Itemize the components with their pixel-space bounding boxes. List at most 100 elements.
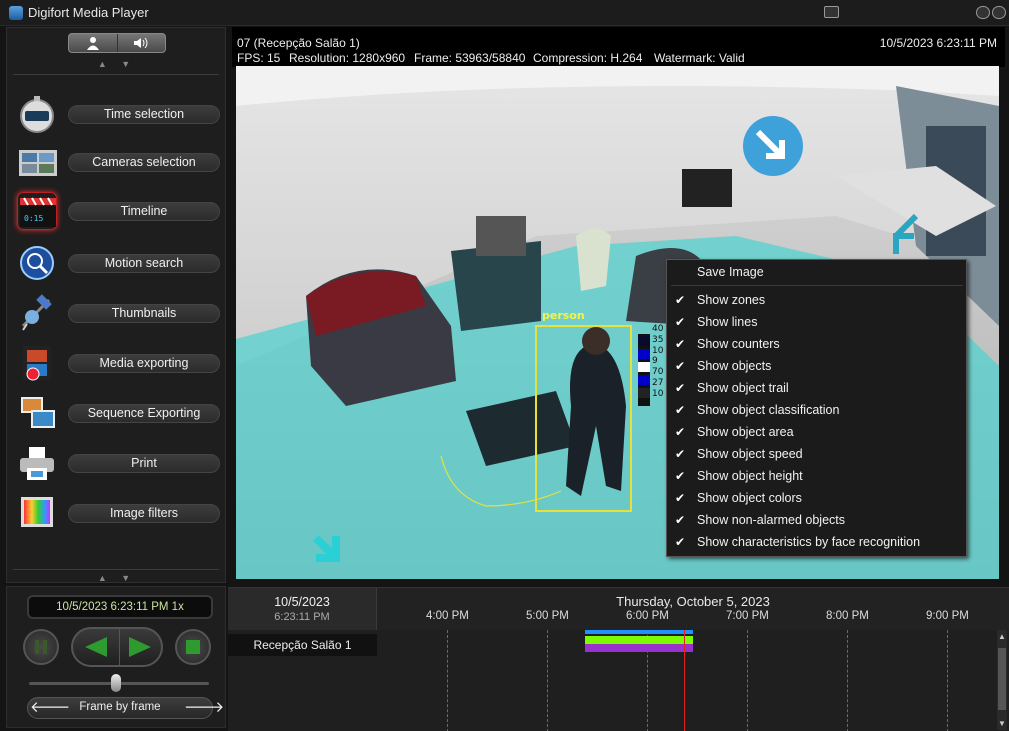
hour-label: 5:00 PM	[526, 610, 569, 622]
context-menu-item[interactable]: ✔ Show object colors	[667, 487, 966, 509]
menu-label: Timeline	[68, 202, 220, 221]
previous-frame-button[interactable]: 🡐	[30, 698, 70, 718]
context-menu: Save Image ✔ Show zones ✔ Show lines ✔ Show co…	[666, 259, 967, 557]
context-menu-item[interactable]: ✔ Show object speed	[667, 443, 966, 465]
snapshot-icon[interactable]	[824, 6, 839, 18]
checkmark-icon: ✔	[675, 513, 686, 527]
context-menu-item[interactable]: ✔ Show zones	[667, 289, 966, 311]
context-menu-label: Show object speed	[697, 447, 803, 461]
film-icon	[17, 344, 57, 382]
recording-segment[interactable]	[585, 636, 693, 644]
object-color-values: 40 35 10 9 70 27 10	[652, 324, 663, 400]
context-menu-label: Show object trail	[697, 381, 789, 395]
recording-segment[interactable]	[585, 630, 693, 634]
context-menu-item[interactable]: ✔ Show counters	[667, 333, 966, 355]
frame-mode-label: Frame by frame	[79, 701, 161, 713]
stop-button[interactable]	[175, 629, 211, 665]
playback-controls: 10/5/2023 6:23:11 PM 1x 🡐 Frame by frame…	[6, 586, 226, 728]
frame-info: Frame: 53963/58840	[414, 51, 526, 65]
color-value: 10	[652, 345, 664, 356]
close-button[interactable]	[992, 6, 1006, 19]
context-menu-item[interactable]: ✔ Show object area	[667, 421, 966, 443]
checkmark-icon: ✔	[675, 425, 686, 439]
watermark-info: Watermark: Valid	[654, 51, 745, 65]
divider	[119, 629, 120, 665]
context-menu-item[interactable]: ✔ Show objects	[667, 355, 966, 377]
color-palette-icon	[17, 494, 57, 532]
fps-info: FPS: 15	[237, 51, 281, 65]
timeline-day-title: Thursday, October 5, 2023	[616, 594, 770, 609]
window-title: Digifort Media Player	[28, 5, 149, 20]
menu-label: Cameras selection	[68, 153, 220, 172]
printer-icon	[17, 444, 57, 482]
play-backward-button[interactable]	[81, 634, 111, 663]
context-menu-label: Show counters	[697, 337, 780, 351]
speed-slider-thumb[interactable]	[111, 674, 121, 692]
stopwatch-icon	[17, 95, 57, 133]
recording-segment[interactable]	[585, 644, 693, 652]
timeline-time: 6:23:11 PM	[274, 611, 330, 623]
divider	[13, 74, 219, 75]
checkmark-icon: ✔	[675, 381, 686, 395]
timeline-panel: 10/5/2023 6:23:11 PM Thursday, October 5…	[228, 587, 1009, 731]
menu-print[interactable]: Print	[13, 441, 223, 485]
menu-label: Print	[68, 454, 220, 473]
context-menu-label: Save Image	[697, 265, 764, 279]
context-menu-label: Show zones	[697, 293, 766, 307]
scroll-down-icon[interactable]: ▼	[998, 719, 1006, 728]
person-icon[interactable]	[69, 34, 118, 52]
context-menu-label: Show object colors	[697, 491, 802, 505]
menu-motion-search[interactable]: Motion search	[13, 241, 223, 285]
context-menu-item[interactable]: ✔ Show characteristics by face recognitio…	[667, 531, 966, 553]
checkmark-icon: ✔	[675, 403, 686, 417]
context-menu-label: Show object classification	[697, 403, 840, 417]
restore-button[interactable]	[976, 6, 990, 19]
menu-separator	[671, 285, 963, 286]
color-value: 27	[652, 377, 664, 388]
menu-time-selection[interactable]: Time selection	[13, 92, 223, 136]
video-info-bar: 07 (Recepção Salão 1) 10/5/2023 6:23:11 …	[232, 27, 1005, 67]
timeline-date-box: 10/5/2023 6:23:11 PM	[228, 588, 377, 630]
direction-controls	[71, 627, 163, 667]
color-value: 10	[652, 388, 664, 399]
speaker-icon[interactable]	[118, 34, 166, 52]
play-forward-button[interactable]	[125, 634, 155, 663]
photos-icon	[17, 394, 57, 432]
menu-image-filters[interactable]: Image filters	[13, 491, 223, 535]
menu-media-exporting[interactable]: Media exporting	[13, 341, 223, 385]
timeline-scrollbar[interactable]: ▲ ▼	[997, 630, 1007, 730]
menu-cameras-selection[interactable]: Cameras selection	[13, 140, 223, 184]
checkmark-icon: ✔	[675, 293, 686, 307]
next-frame-button[interactable]: 🡒	[184, 698, 224, 718]
scroll-thumb[interactable]	[998, 648, 1006, 710]
timeline-date: 10/5/2023	[274, 595, 330, 609]
context-menu-item[interactable]: ✔ Show object classification	[667, 399, 966, 421]
context-menu-label: Show characteristics by face recognition	[697, 535, 921, 549]
context-menu-item[interactable]: Save Image	[667, 261, 966, 283]
frame-by-frame-control: 🡐 Frame by frame 🡒	[27, 697, 224, 719]
menu-timeline[interactable]: 0:15 Timeline	[13, 189, 223, 233]
scroll-arrows-top[interactable]: ▲ ▼	[7, 59, 227, 69]
context-menu-item[interactable]: ✔ Show non-alarmed objects	[667, 509, 966, 531]
color-value: 9	[652, 356, 658, 367]
timeline-cursor[interactable]	[684, 630, 685, 731]
scroll-arrows-bottom[interactable]: ▲ ▼	[7, 573, 227, 583]
menu-thumbnails[interactable]: Thumbnails	[13, 291, 223, 335]
timeline-tracks[interactable]: Recepção Salão 1	[228, 630, 1009, 731]
title-bar: Digifort Media Player	[0, 0, 1009, 26]
checkmark-icon: ✔	[675, 491, 686, 505]
mode-toggle[interactable]	[68, 33, 166, 53]
sidebar: ▲ ▼ Time selection Cameras selection 0:1…	[6, 27, 226, 583]
menu-sequence-exporting[interactable]: Sequence Exporting	[13, 391, 223, 435]
pause-button[interactable]	[23, 629, 59, 665]
context-menu-label: Show object height	[697, 469, 803, 483]
context-menu-item[interactable]: ✔ Show object height	[667, 465, 966, 487]
context-menu-item[interactable]: ✔ Show lines	[667, 311, 966, 333]
checkmark-icon: ✔	[675, 447, 686, 461]
context-menu-item[interactable]: ✔ Show object trail	[667, 377, 966, 399]
checkmark-icon: ✔	[675, 337, 686, 351]
scroll-up-icon[interactable]: ▲	[998, 632, 1006, 641]
menu-label: Sequence Exporting	[68, 404, 220, 423]
checkmark-icon: ✔	[675, 315, 686, 329]
cameras-icon	[17, 143, 57, 181]
